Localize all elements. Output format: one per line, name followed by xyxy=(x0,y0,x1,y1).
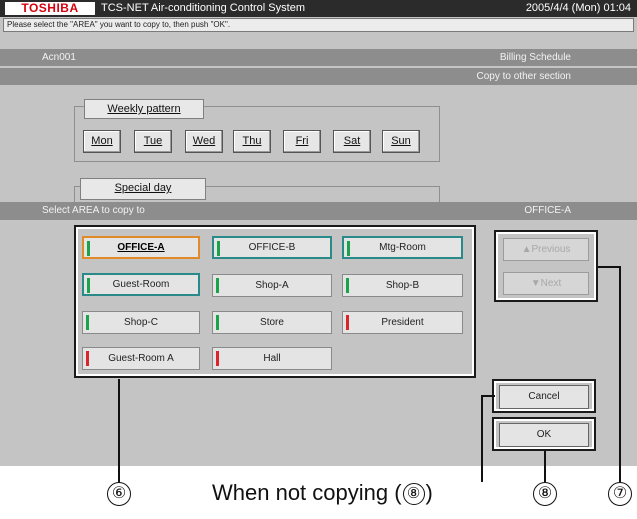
area-button-store[interactable]: Store xyxy=(212,311,332,334)
previous-button[interactable]: ▲Previous xyxy=(503,238,589,261)
day-button-mon[interactable]: Mon xyxy=(83,130,121,153)
callout-number-7: ⑦ xyxy=(608,482,632,506)
area-status-stripe xyxy=(347,241,350,256)
callout-line-7-v xyxy=(619,266,621,482)
section-bar: Acn001 Billing Schedule xyxy=(0,49,637,66)
app-title: TCS-NET Air-conditioning Control System xyxy=(101,2,305,14)
area-label: OFFICE-B xyxy=(248,242,296,253)
callout-line-7-h xyxy=(598,266,620,268)
cancel-button[interactable]: Cancel xyxy=(499,385,589,409)
callout-line-8a-v xyxy=(481,395,483,482)
area-button-guest-room-a[interactable]: Guest-Room A xyxy=(82,347,200,370)
area-label: Shop-A xyxy=(255,280,289,291)
callout-line-8a-h xyxy=(481,395,495,397)
area-status-stripe xyxy=(216,315,219,330)
special-day-title: Special day xyxy=(80,178,206,200)
area-select-bar: Select AREA to copy to OFFICE-A xyxy=(0,202,637,220)
caption-text-end: ) xyxy=(425,480,433,505)
day-button-sun[interactable]: Sun xyxy=(382,130,420,153)
caption-when-not-copying: When not copying (⑧) xyxy=(212,480,433,506)
area-status-stripe xyxy=(216,278,219,293)
area-status-stripe xyxy=(216,351,219,366)
next-label: Next xyxy=(540,278,562,289)
datetime-display: 2005/4/4 (Mon) 01:04 xyxy=(525,2,631,14)
area-label: Store xyxy=(260,317,284,328)
area-status-stripe xyxy=(87,278,90,293)
day-button-thu[interactable]: Thu xyxy=(233,130,271,153)
area-button-mtg-room[interactable]: Mtg-Room xyxy=(342,236,463,259)
area-status-stripe xyxy=(346,315,349,330)
area-label: President xyxy=(381,317,424,328)
callout-line-6 xyxy=(118,379,120,483)
down-triangle-icon: ▼ xyxy=(530,278,541,289)
area-select-label: Select AREA to copy to xyxy=(42,205,145,216)
section-name: Acn001 xyxy=(42,52,76,63)
area-status-stripe xyxy=(86,351,89,366)
area-button-office-b[interactable]: OFFICE-B xyxy=(212,236,332,259)
area-button-shop-c[interactable]: Shop-C xyxy=(82,311,200,334)
callout-number-8: ⑧ xyxy=(533,482,557,506)
app-screen: TOSHIBA TCS-NET Air-conditioning Control… xyxy=(0,0,637,466)
subtitle-text: Copy to other section xyxy=(476,71,572,82)
day-button-fri[interactable]: Fri xyxy=(283,130,321,153)
next-button[interactable]: ▼Next xyxy=(503,272,589,295)
caption-callout-8: ⑧ xyxy=(402,483,425,505)
up-triangle-icon: ▲ xyxy=(521,244,532,255)
weekly-pattern-title: Weekly pattern xyxy=(84,99,204,119)
caption-text-start: When not copying ( xyxy=(212,480,402,505)
screen-name: Billing Schedule xyxy=(499,52,571,63)
day-button-tue[interactable]: Tue xyxy=(134,130,172,153)
instruction-message: Please select the "AREA" you want to cop… xyxy=(3,18,634,32)
area-label: Mtg-Room xyxy=(379,242,426,253)
subtitle-bar: Copy to other section xyxy=(0,68,637,85)
title-bar: TOSHIBA TCS-NET Air-conditioning Control… xyxy=(0,0,637,17)
area-status-stripe xyxy=(217,241,220,256)
previous-label: Previous xyxy=(531,244,571,255)
area-label: Guest-Room A xyxy=(108,353,174,364)
area-status-stripe xyxy=(346,278,349,293)
area-button-shop-b[interactable]: Shop-B xyxy=(342,274,463,297)
area-label: Hall xyxy=(263,353,281,364)
ok-button[interactable]: OK xyxy=(499,423,589,447)
area-label: Guest-Room xyxy=(112,279,170,290)
area-status-stripe xyxy=(87,241,90,256)
callout-line-8b xyxy=(544,451,546,482)
page-nav-panel: ▲Previous ▼Next xyxy=(494,230,598,302)
area-button-shop-a[interactable]: Shop-A xyxy=(212,274,332,297)
area-label: Shop-B xyxy=(385,280,420,291)
selected-area-name: OFFICE-A xyxy=(524,205,571,216)
area-button-president[interactable]: President xyxy=(342,311,463,334)
area-label: OFFICE-A xyxy=(117,242,165,253)
area-button-guest-room[interactable]: Guest-Room xyxy=(82,273,200,296)
callout-number-6: ⑥ xyxy=(107,482,131,506)
area-label: Shop-C xyxy=(124,317,158,328)
area-status-stripe xyxy=(86,315,89,330)
day-button-wed[interactable]: Wed xyxy=(185,130,223,153)
area-button-hall[interactable]: Hall xyxy=(212,347,332,370)
area-button-office-a[interactable]: OFFICE-A xyxy=(82,236,200,259)
brand-logo: TOSHIBA xyxy=(5,2,95,15)
day-button-sat[interactable]: Sat xyxy=(333,130,371,153)
